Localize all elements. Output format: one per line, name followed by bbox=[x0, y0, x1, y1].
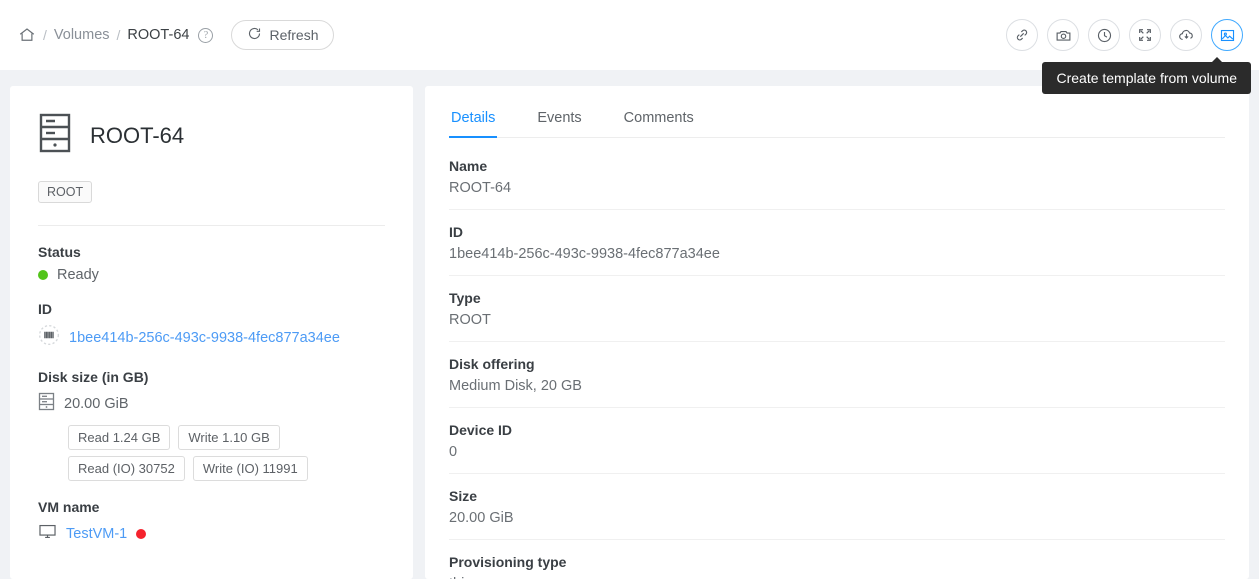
refresh-button[interactable]: Refresh bbox=[231, 20, 335, 50]
detail-label: Provisioning type bbox=[449, 554, 567, 570]
tab-events[interactable]: Events bbox=[535, 104, 583, 137]
attach-link-icon[interactable] bbox=[1006, 19, 1038, 51]
status-value-row: Ready bbox=[38, 267, 385, 283]
breadcrumb-separator-2: / bbox=[116, 27, 121, 43]
resize-volume-icon[interactable] bbox=[1129, 19, 1161, 51]
status-badge bbox=[38, 270, 48, 280]
breadcrumb-item-current: ROOT-64 bbox=[127, 27, 190, 43]
detail-label: Device ID bbox=[449, 422, 513, 438]
tooltip-text: Create template from volume bbox=[1056, 70, 1237, 86]
detail-field-list: Name ROOT-64 ID 1bee414b-256c-493c-9938-… bbox=[449, 138, 1225, 579]
volume-type-tag: ROOT bbox=[38, 181, 93, 203]
breadcrumb: / Volumes / ROOT-64 ? bbox=[18, 26, 214, 44]
tab-details[interactable]: Details bbox=[449, 104, 498, 138]
volume-id-label: ID bbox=[38, 301, 52, 317]
tooltip-create-template: Create template from volume bbox=[1042, 57, 1251, 94]
disk-size-value: 20.00 GiB bbox=[64, 396, 129, 412]
vm-name-field: VM name TestVM-1 bbox=[38, 499, 385, 546]
chip-row-iops: Read (IO) 30752 Write (IO) 11991 bbox=[68, 456, 385, 481]
recurring-snapshot-icon[interactable] bbox=[1088, 19, 1120, 51]
detail-label: Name bbox=[449, 158, 488, 174]
status-label: Status bbox=[38, 244, 81, 260]
detail-label: Type bbox=[449, 290, 481, 306]
detail-item-id: ID 1bee414b-256c-493c-9938-4fec877a34ee bbox=[449, 210, 1225, 276]
detail-label: Size bbox=[449, 488, 478, 504]
disk-size-field: Disk size (in GB) 20.00 GiB Read 1.24 GB… bbox=[38, 369, 385, 481]
detail-value: ROOT-64 bbox=[449, 180, 512, 196]
database-small-icon bbox=[38, 392, 55, 416]
refresh-icon bbox=[247, 26, 262, 44]
stat-chip-write-bytes[interactable]: Write 1.10 GB bbox=[178, 425, 280, 450]
create-template-icon[interactable] bbox=[1211, 19, 1243, 51]
volume-header: ROOT-64 bbox=[38, 112, 385, 159]
detail-value: 20.00 GiB bbox=[449, 510, 514, 526]
stat-chip-read-io[interactable]: Read (IO) 30752 bbox=[68, 456, 185, 481]
volume-detail-card: Details Events Comments Name ROOT-64 ID … bbox=[425, 86, 1249, 579]
volume-id-value-row: 1bee414b-256c-493c-9938-4fec877a34ee bbox=[38, 324, 385, 351]
stat-chip-write-io[interactable]: Write (IO) 11991 bbox=[192, 456, 308, 481]
detail-item-device-id: Device ID 0 bbox=[449, 408, 1225, 474]
detail-value: ROOT bbox=[449, 312, 491, 328]
database-icon bbox=[38, 112, 72, 159]
take-snapshot-icon[interactable] bbox=[1047, 19, 1079, 51]
question-circle-icon[interactable]: ? bbox=[198, 27, 214, 43]
status-field: Status Ready bbox=[38, 244, 385, 283]
tooltip-arrow bbox=[1211, 57, 1223, 63]
disk-size-label: Disk size (in GB) bbox=[38, 369, 149, 385]
page-title: ROOT-64 bbox=[90, 122, 185, 148]
vm-state-badge bbox=[136, 529, 147, 539]
card-divider bbox=[38, 225, 385, 226]
detail-value: 0 bbox=[449, 444, 458, 460]
barcode-icon bbox=[38, 324, 60, 351]
tab-comments[interactable]: Comments bbox=[622, 104, 696, 137]
detail-item-disk-offering: Disk offering Medium Disk, 20 GB bbox=[449, 342, 1225, 408]
header-action-buttons bbox=[1006, 19, 1243, 51]
desktop-icon bbox=[38, 522, 57, 546]
home-icon[interactable] bbox=[18, 26, 36, 44]
detail-value: Medium Disk, 20 GB bbox=[449, 378, 582, 394]
breadcrumb-separator-1: / bbox=[43, 27, 47, 43]
volume-id-link[interactable]: 1bee414b-256c-493c-9938-4fec877a34ee bbox=[69, 330, 340, 346]
detail-label: Disk offering bbox=[449, 356, 535, 372]
detail-value: 1bee414b-256c-493c-9938-4fec877a34ee bbox=[449, 246, 720, 262]
stat-chip-read-bytes[interactable]: Read 1.24 GB bbox=[68, 425, 171, 450]
detail-label: ID bbox=[449, 224, 463, 240]
page-body: ROOT-64 ROOT Status Ready ID 1bee414b-25… bbox=[0, 70, 1259, 579]
disk-size-value-row: 20.00 GiB bbox=[38, 392, 385, 416]
volume-summary-card: ROOT-64 ROOT Status Ready ID 1bee414b-25… bbox=[10, 86, 413, 579]
refresh-label: Refresh bbox=[269, 27, 319, 43]
vm-name-value-row: TestVM-1 bbox=[38, 522, 385, 546]
app-header: / Volumes / ROOT-64 ? Refresh Create tem… bbox=[0, 0, 1259, 94]
detail-item-name: Name ROOT-64 bbox=[449, 144, 1225, 210]
detail-item-type: Type ROOT bbox=[449, 276, 1225, 342]
detail-item-provisioning-type: Provisioning type thin bbox=[449, 540, 1225, 579]
chip-row-bytes: Read 1.24 GB Write 1.10 GB bbox=[68, 425, 385, 450]
breadcrumb-item-volumes[interactable]: Volumes bbox=[54, 27, 110, 43]
volume-id-field: ID 1bee414b-256c-493c-9938-4fec877a34ee bbox=[38, 301, 385, 351]
detail-tabs: Details Events Comments bbox=[449, 104, 1225, 138]
disk-stat-chips: Read 1.24 GB Write 1.10 GB Read (IO) 307… bbox=[38, 425, 385, 481]
download-volume-icon[interactable] bbox=[1170, 19, 1202, 51]
status-value: Ready bbox=[57, 267, 99, 283]
vm-name-link[interactable]: TestVM-1 bbox=[66, 526, 127, 542]
vm-name-label: VM name bbox=[38, 499, 100, 515]
detail-item-size: Size 20.00 GiB bbox=[449, 474, 1225, 540]
